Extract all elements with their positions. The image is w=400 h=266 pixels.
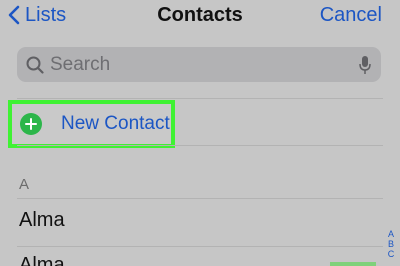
divider: [17, 145, 383, 146]
divider: [17, 98, 383, 99]
back-button[interactable]: Lists: [8, 2, 66, 28]
index-letter[interactable]: A: [385, 229, 397, 239]
search-icon: [26, 56, 44, 74]
section-header: A: [19, 176, 30, 193]
search-input[interactable]: [50, 53, 359, 76]
plus-circle-icon: [20, 113, 42, 135]
index-letter[interactable]: C: [385, 249, 397, 259]
cancel-button[interactable]: Cancel: [320, 2, 382, 28]
chevron-left-icon: [8, 5, 20, 25]
contacts-screen: Lists Contacts Cancel New Contact A Alma…: [0, 0, 400, 266]
divider: [17, 198, 383, 199]
back-label: Lists: [25, 3, 67, 26]
contact-row[interactable]: Alma: [19, 254, 65, 266]
bottom-highlight: [330, 262, 376, 266]
section-index[interactable]: A B C: [385, 229, 397, 259]
index-letter[interactable]: B: [385, 239, 397, 249]
microphone-icon[interactable]: [359, 55, 371, 75]
contact-row[interactable]: Alma: [19, 209, 65, 232]
divider: [17, 246, 383, 247]
new-contact-label: New Contact: [61, 113, 170, 134]
new-contact-button[interactable]: New Contact: [8, 100, 175, 148]
search-bar[interactable]: [17, 47, 381, 82]
